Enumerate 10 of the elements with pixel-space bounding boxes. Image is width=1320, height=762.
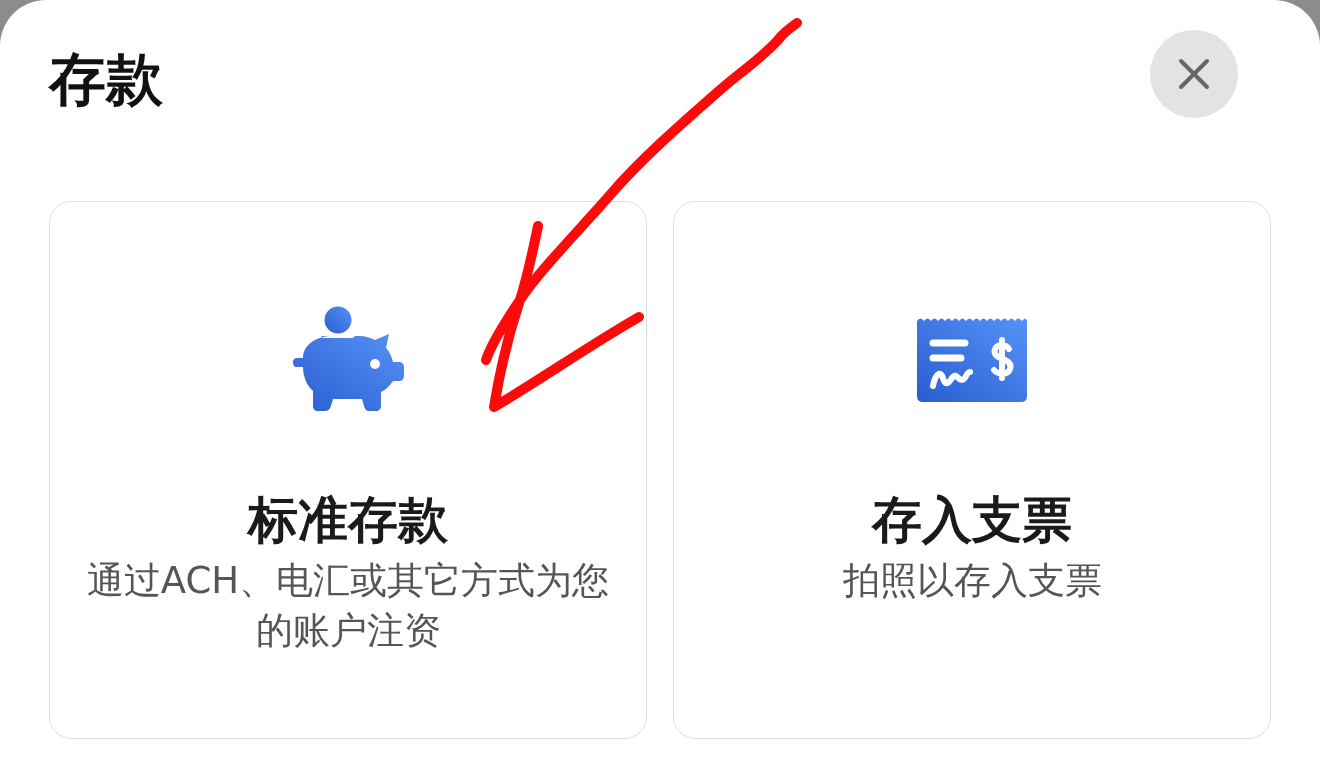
deposit-option-card[interactable]: 标准存款 通过ACH、电汇或其它方式为您的账户注资	[49, 201, 647, 739]
option-title: 标准存款	[248, 490, 448, 550]
deposit-option-card[interactable]: 存入支票 拍照以存入支票	[673, 201, 1271, 739]
option-description: 拍照以存入支票	[842, 558, 1102, 604]
cheque-icon	[917, 316, 1027, 402]
sheet-title: 存款	[49, 51, 163, 108]
piggy-bank-icon	[292, 306, 404, 412]
option-description: 通过ACH、电汇或其它方式为您的账户注资	[85, 558, 611, 654]
option-title: 存入支票	[872, 490, 1072, 550]
close-icon	[1178, 58, 1210, 90]
